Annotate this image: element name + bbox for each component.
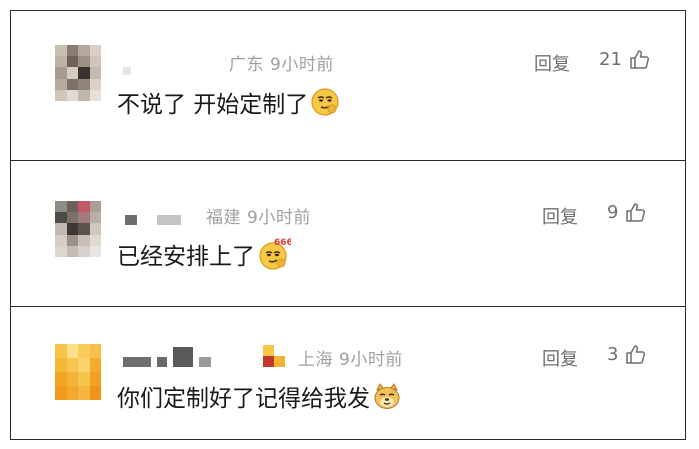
username-blurred[interactable]: [123, 51, 131, 75]
timestamp: 9小时前: [270, 55, 334, 75]
comment-card-2: 福建 9小时前 回复 9 已经安排上了 666: [10, 160, 686, 307]
location-label: 上海: [298, 350, 333, 370]
fan-badge-icon: [263, 345, 285, 367]
comment-meta: 广东 9小时前: [229, 50, 334, 75]
reply-button[interactable]: 回复: [534, 50, 570, 76]
comment-meta: 上海 9小时前: [298, 345, 403, 370]
username-blurred[interactable]: [125, 211, 181, 225]
like-count: 21: [599, 48, 622, 70]
reply-button[interactable]: 回复: [542, 203, 578, 229]
location-label: 福建: [206, 208, 241, 228]
thumbs-up-icon: [624, 343, 646, 365]
like-count: 3: [607, 343, 619, 365]
avatar[interactable]: [55, 201, 101, 257]
timestamp: 9小时前: [339, 350, 403, 370]
like-button[interactable]: 3: [607, 343, 646, 365]
comment-card-3: 上海 9小时前 回复 3 你们定制好了记得给我发: [10, 306, 686, 440]
emoji-666-text: 666: [274, 238, 291, 248]
comment-body: 已经安排上了: [117, 244, 255, 270]
comment-text: 你们定制好了记得给我发: [117, 379, 402, 413]
comment-card-1: 广东 9小时前 回复 21 不说了 开始定制了: [10, 10, 686, 161]
timestamp: 9小时前: [247, 208, 311, 228]
comment-meta: 福建 9小时前: [206, 203, 311, 228]
comment-body: 你们定制好了记得给我发: [117, 386, 370, 412]
like-button[interactable]: 9: [607, 201, 646, 223]
thumbs-up-icon: [624, 201, 646, 223]
comment-body: 不说了 开始定制了: [117, 92, 309, 118]
username-blurred[interactable]: [123, 345, 211, 367]
reply-button[interactable]: 回复: [542, 345, 578, 371]
avatar[interactable]: [55, 344, 101, 400]
666-smirk-face-emoji: 666: [257, 237, 291, 271]
like-count: 9: [607, 201, 619, 223]
comment-text: 已经安排上了 666: [117, 237, 291, 271]
thumbs-up-icon: [628, 48, 650, 70]
comment-text: 不说了 开始定制了: [117, 85, 340, 119]
avatar[interactable]: [55, 45, 101, 101]
like-button[interactable]: 21: [599, 48, 650, 70]
doge-emoji: [372, 381, 402, 411]
location-label: 广东: [229, 55, 264, 75]
smirk-face-emoji: [310, 87, 340, 117]
